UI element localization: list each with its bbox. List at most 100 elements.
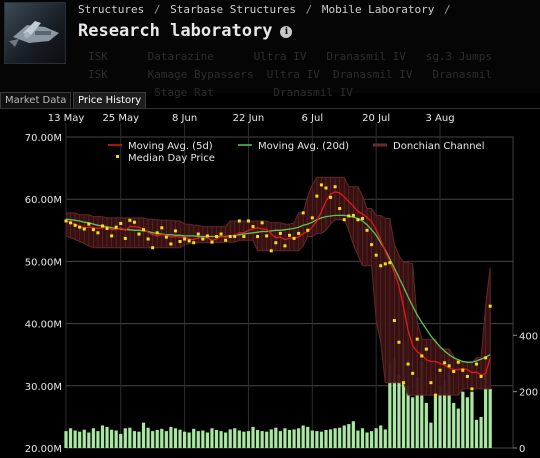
median-price-point bbox=[137, 232, 141, 236]
median-price-point bbox=[415, 337, 419, 341]
median-price-point bbox=[411, 371, 415, 375]
median-price-point bbox=[256, 235, 260, 239]
volume-bar bbox=[128, 427, 132, 448]
volume-bar bbox=[251, 426, 255, 448]
volume-bar bbox=[242, 431, 246, 448]
volume-bar bbox=[342, 425, 346, 448]
volume-bar bbox=[196, 431, 200, 448]
y-tick-label: 30.00M bbox=[25, 382, 62, 393]
median-price-point bbox=[146, 237, 150, 241]
volume-bar bbox=[78, 431, 82, 448]
median-price-point bbox=[224, 238, 228, 242]
median-price-point bbox=[87, 222, 91, 226]
median-price-point bbox=[269, 249, 273, 253]
median-price-point bbox=[315, 194, 319, 198]
volume-bar bbox=[151, 431, 155, 448]
median-price-point bbox=[374, 253, 378, 257]
volume-bar bbox=[119, 433, 123, 448]
legend-label: Moving Avg. (20d) bbox=[258, 141, 349, 152]
volume-bar bbox=[278, 431, 282, 448]
volume-bar bbox=[347, 424, 351, 448]
volume-bar bbox=[228, 429, 232, 448]
volume-bar bbox=[324, 429, 328, 448]
volume-bar bbox=[470, 391, 474, 448]
volume-bar bbox=[68, 428, 73, 448]
median-price-point bbox=[210, 240, 214, 244]
volume-bar bbox=[233, 428, 237, 448]
volume-bar bbox=[219, 431, 223, 448]
x-tick-label: 8 Jun bbox=[172, 113, 197, 124]
median-price-point bbox=[475, 362, 479, 366]
volume-bar bbox=[287, 429, 292, 448]
volume-bar bbox=[192, 428, 196, 448]
volume-bar bbox=[173, 428, 178, 448]
median-price-point bbox=[100, 224, 104, 228]
median-price-point bbox=[228, 235, 232, 239]
volume-tick-label: 200 bbox=[519, 388, 538, 399]
breadcrumb-item[interactable]: Structures bbox=[78, 3, 144, 16]
volume-bar bbox=[365, 432, 369, 448]
median-price-point bbox=[178, 239, 182, 243]
volume-bar bbox=[319, 431, 324, 448]
median-price-point bbox=[183, 237, 187, 241]
median-price-point bbox=[196, 232, 200, 236]
tab-price-history[interactable]: Price History bbox=[73, 92, 147, 109]
volume-bar bbox=[237, 430, 241, 448]
legend-median-swatch bbox=[116, 155, 119, 158]
tab-market-data[interactable]: Market Data bbox=[0, 92, 72, 109]
median-price-point bbox=[438, 368, 442, 372]
volume-bar bbox=[155, 429, 159, 448]
volume-bar bbox=[292, 429, 296, 448]
volume-bar bbox=[201, 430, 205, 448]
volume-bar bbox=[310, 430, 314, 448]
volume-bar bbox=[333, 428, 337, 448]
median-price-point bbox=[205, 234, 209, 238]
info-icon[interactable]: i bbox=[280, 26, 293, 38]
volume-bar bbox=[169, 426, 173, 448]
x-tick-label: 22 Jun bbox=[233, 113, 265, 124]
median-price-point bbox=[123, 236, 127, 240]
median-price-point bbox=[219, 232, 223, 236]
window-header: Structures / Starbase Structures / Mobil… bbox=[0, 0, 540, 99]
median-price-point bbox=[461, 368, 465, 372]
median-price-point bbox=[319, 183, 323, 187]
item-thumbnail[interactable] bbox=[4, 2, 66, 64]
median-price-point bbox=[69, 221, 73, 225]
median-price-point bbox=[342, 218, 346, 222]
breadcrumb-item[interactable]: Starbase Structures bbox=[170, 3, 296, 16]
median-price-point bbox=[443, 361, 447, 365]
volume-bar bbox=[474, 419, 479, 448]
median-price-point bbox=[338, 207, 342, 211]
y-tick-label: 40.00M bbox=[25, 320, 62, 331]
median-price-point bbox=[78, 225, 82, 229]
y-tick-label: 70.00M bbox=[25, 133, 62, 144]
median-price-point bbox=[484, 356, 488, 360]
median-price-point bbox=[215, 235, 219, 239]
median-price-point bbox=[201, 237, 205, 241]
volume-tick-label: 400 bbox=[519, 331, 538, 342]
median-price-point bbox=[365, 228, 369, 232]
median-price-point bbox=[82, 227, 86, 231]
median-price-point bbox=[260, 221, 264, 225]
volume-bar bbox=[338, 427, 342, 448]
y-tick-label: 50.00M bbox=[25, 257, 62, 268]
x-tick-label: 20 Jul bbox=[362, 113, 390, 124]
y-tick-label: 20.00M bbox=[25, 444, 62, 454]
median-price-point bbox=[433, 393, 437, 397]
volume-bar bbox=[274, 427, 278, 448]
volume-bar bbox=[137, 431, 141, 448]
median-price-point bbox=[447, 364, 451, 368]
median-price-point bbox=[110, 234, 114, 238]
median-price-point bbox=[324, 186, 328, 190]
volume-bar bbox=[328, 429, 333, 448]
median-price-point bbox=[392, 318, 396, 322]
median-price-point bbox=[429, 381, 433, 385]
breadcrumb-item[interactable]: Mobile Laboratory bbox=[322, 3, 435, 16]
median-price-point bbox=[105, 226, 109, 230]
station-image bbox=[9, 21, 59, 47]
median-price-point bbox=[64, 219, 68, 223]
x-tick-label: 25 May bbox=[102, 113, 139, 124]
volume-bar bbox=[456, 408, 460, 448]
median-price-point bbox=[96, 231, 100, 235]
median-price-point bbox=[479, 374, 483, 378]
